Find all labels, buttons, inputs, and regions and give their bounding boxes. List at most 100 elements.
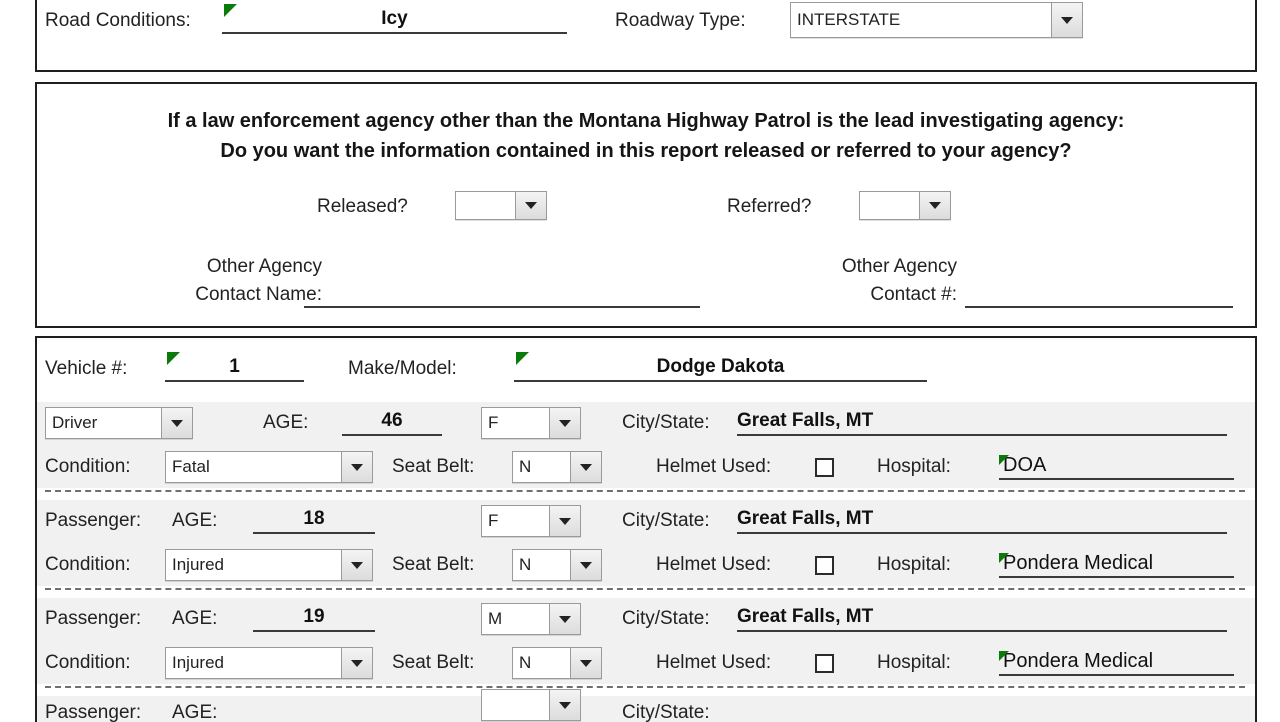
make-model-field[interactable]: Dodge Dakota [514, 352, 927, 382]
age-label: AGE: [263, 412, 309, 433]
roadway-type-select[interactable]: INTERSTATE [790, 2, 1083, 38]
agency-question-line-2: Do you want the information contained in… [220, 140, 1072, 162]
occupant-hospital-field[interactable]: Pondera Medical [999, 646, 1234, 680]
occupant-age-field[interactable]: 18 [253, 504, 375, 538]
city-state-label: City/State: [622, 412, 710, 433]
occupant-seat-belt-select[interactable]: N [512, 450, 602, 484]
chevron-down-icon[interactable] [549, 604, 580, 634]
chevron-down-icon[interactable] [341, 648, 372, 678]
occupant-block: Passenger: AGE: 19 M City/State: Great F… [37, 598, 1255, 684]
chevron-down-icon[interactable] [549, 690, 580, 720]
occupant-hospital-value: DOA [1003, 454, 1047, 476]
referred-value [860, 192, 919, 219]
hospital-label: Hospital: [877, 652, 951, 673]
chevron-down-icon[interactable] [570, 648, 601, 678]
other-agency-number-label-line-2: Contact #: [870, 284, 957, 305]
other-agency-contact-number-field[interactable] [965, 282, 1233, 308]
occupant-city-state-field[interactable]: Great Falls, MT [737, 602, 1227, 636]
occupant-hospital-value: Pondera Medical [1003, 650, 1154, 672]
roadway-type-label: Roadway Type: [615, 10, 746, 31]
occupant-city-state-value: Great Falls, MT [737, 606, 874, 627]
occupant-seat-belt-value: N [519, 555, 532, 574]
occupant-age-field[interactable]: 19 [253, 602, 375, 636]
road-conditions-value: Icy [381, 8, 408, 29]
occupant-city-state-field[interactable]: Great Falls, MT [737, 504, 1227, 538]
chevron-down-icon[interactable] [341, 452, 372, 482]
occupant-sex-select[interactable] [481, 688, 581, 722]
occupant-condition-value: Injured [172, 555, 224, 574]
occupant-seat-belt-select[interactable]: N [512, 548, 602, 582]
occupant-sex-value: M [488, 609, 503, 628]
age-label: AGE: [172, 702, 218, 722]
city-state-label: City/State: [622, 702, 710, 722]
vehicle-number-label: Vehicle #: [45, 358, 128, 379]
chevron-down-icon[interactable] [161, 408, 192, 438]
roadway-type-value: INTERSTATE [797, 10, 901, 29]
city-state-label: City/State: [622, 510, 710, 531]
chevron-down-icon[interactable] [549, 408, 580, 438]
chevron-down-icon[interactable] [919, 192, 950, 219]
occupant-age-field[interactable] [253, 696, 375, 722]
condition-label: Condition: [45, 456, 131, 477]
crash-report-form: Alcohol Suspected: Drugs Suspected: Spee… [0, 0, 1280, 722]
occupant-hospital-field[interactable]: Pondera Medical [999, 548, 1234, 582]
chevron-down-icon[interactable] [549, 506, 580, 536]
condition-label: Condition: [45, 554, 131, 575]
referred-select[interactable] [859, 191, 951, 220]
other-agency-name-label-line-2: Contact Name: [195, 284, 322, 305]
road-conditions-label: Road Conditions: [45, 10, 191, 31]
occupant-helmet-checkbox[interactable] [815, 457, 834, 477]
released-label: Released? [317, 196, 408, 217]
occupant-city-state-field[interactable]: Great Falls, MT [737, 406, 1227, 440]
occupant-block: Driver AGE: 46 F City/State: Great Falls… [37, 402, 1255, 488]
occupant-condition-select[interactable]: Fatal [165, 450, 373, 484]
occupant-condition-select[interactable]: Injured [165, 548, 373, 582]
other-agency-contact-name-field[interactable] [304, 282, 700, 308]
chevron-down-icon[interactable] [1051, 3, 1082, 37]
released-value [456, 192, 515, 219]
occupant-role-label: Passenger: [45, 510, 142, 531]
seat-belt-label: Seat Belt: [392, 652, 475, 673]
occupant-hospital-value: Pondera Medical [1003, 552, 1154, 574]
occupant-seat-belt-value: N [519, 457, 532, 476]
vehicle-number-value: 1 [229, 356, 240, 377]
occupant-divider [45, 490, 1245, 492]
agency-release-panel: If a law enforcement agency other than t… [35, 82, 1257, 328]
occupant-condition-value: Injured [172, 653, 224, 672]
chevron-down-icon[interactable] [515, 192, 546, 219]
occupant-role-select[interactable]: Driver [45, 406, 193, 440]
occupant-helmet-checkbox[interactable] [815, 555, 834, 575]
other-agency-number-label-line-1: Other Agency [841, 256, 957, 277]
occupant-city-state-value: Great Falls, MT [737, 410, 874, 431]
top-panel: Alcohol Suspected: Drugs Suspected: Spee… [35, 0, 1257, 72]
occupant-condition-value: Fatal [172, 457, 210, 476]
occupant-condition-select[interactable]: Injured [165, 646, 373, 680]
chevron-down-icon[interactable] [570, 452, 601, 482]
referred-label: Referred? [727, 196, 812, 217]
chevron-down-icon[interactable] [570, 550, 601, 580]
occupant-sex-select[interactable]: M [481, 602, 581, 636]
condition-label: Condition: [45, 652, 131, 673]
occupant-sex-value [482, 690, 549, 720]
road-conditions-field[interactable]: Icy [222, 4, 567, 34]
occupant-seat-belt-value: N [519, 653, 532, 672]
occupant-divider [45, 588, 1245, 590]
chevron-down-icon[interactable] [341, 550, 372, 580]
agency-question-line-1: If a law enforcement agency other than t… [167, 110, 1125, 132]
helmet-used-label: Helmet Used: [656, 652, 772, 673]
occupant-age-field[interactable]: 46 [342, 406, 442, 440]
released-select[interactable] [455, 191, 547, 220]
occupant-hospital-field[interactable]: DOA [999, 450, 1234, 484]
age-label: AGE: [172, 608, 218, 629]
occupant-helmet-checkbox[interactable] [815, 653, 834, 673]
occupant-sex-select[interactable]: F [481, 406, 581, 440]
occupant-city-state-field[interactable] [737, 696, 1227, 722]
seat-belt-label: Seat Belt: [392, 554, 475, 575]
hospital-label: Hospital: [877, 456, 951, 477]
age-label: AGE: [172, 510, 218, 531]
occupant-seat-belt-select[interactable]: N [512, 646, 602, 680]
vehicle-number-field[interactable]: 1 [165, 352, 304, 382]
occupant-sex-select[interactable]: F [481, 504, 581, 538]
city-state-label: City/State: [622, 608, 710, 629]
occupant-block: Passenger: AGE: City/State: [37, 689, 1255, 722]
